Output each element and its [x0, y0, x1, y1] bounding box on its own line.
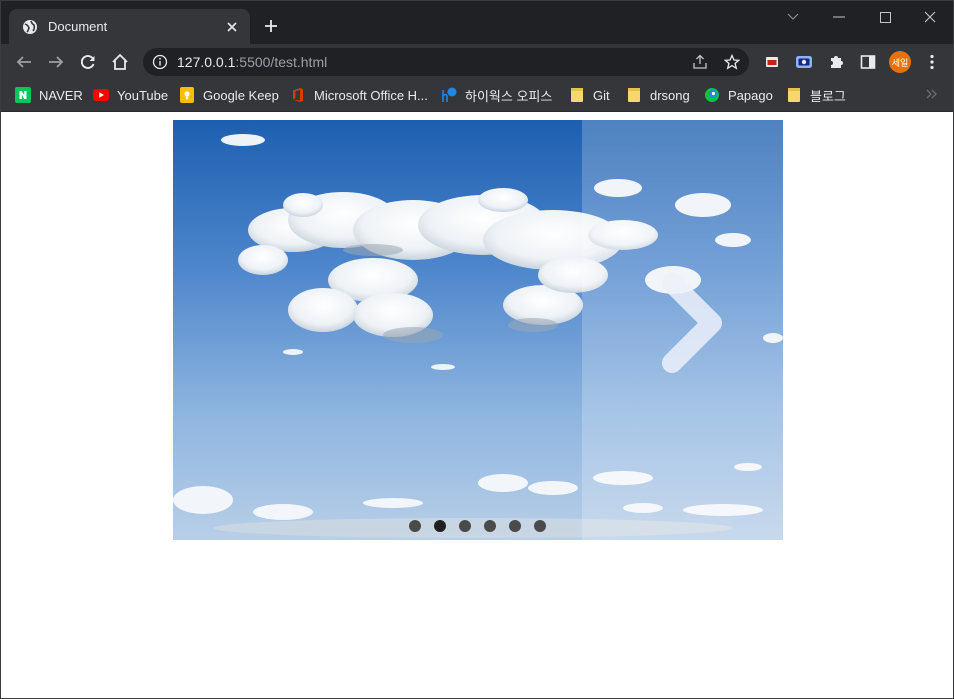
bookmark-microsoft-office[interactable]: Microsoft Office H... — [290, 85, 428, 105]
bookmark-label: NAVER — [39, 87, 83, 103]
bookmark-hiworks[interactable]: 하이웍스 오피스 — [441, 85, 552, 105]
address-bar[interactable]: 127.0.0.1:5500/test.html — [143, 48, 749, 76]
bookmark-label: 하이웍스 오피스 — [465, 88, 553, 104]
bookmark-papago[interactable]: Papago — [704, 85, 773, 105]
folder-icon — [626, 87, 642, 103]
bookmark-star-icon[interactable] — [723, 53, 741, 71]
next-slide-button[interactable] — [582, 120, 783, 540]
pagination-dot[interactable] — [509, 520, 521, 532]
pagination-dot[interactable] — [409, 520, 421, 532]
profile-avatar[interactable]: 세일 — [889, 51, 911, 73]
folder-icon — [569, 87, 585, 103]
bookmark-git[interactable]: Git — [569, 85, 610, 105]
share-icon[interactable] — [691, 53, 709, 71]
bookmark-label: Google Keep — [203, 87, 279, 103]
tab-search-icon[interactable] — [783, 7, 803, 27]
close-tab-icon[interactable] — [224, 19, 240, 35]
page-viewport — [1, 112, 953, 698]
menu-kebab-icon[interactable] — [921, 51, 943, 73]
papago-icon — [704, 87, 720, 103]
pagination-dot-active[interactable] — [434, 520, 446, 532]
toolbar: 127.0.0.1:5500/test.html — [1, 44, 953, 80]
screen-capture-icon[interactable] — [793, 51, 815, 73]
extension-icon[interactable] — [761, 51, 783, 73]
folder-icon — [786, 87, 802, 103]
home-icon[interactable] — [109, 51, 131, 73]
bookmark-drsong[interactable]: drsong — [626, 85, 690, 105]
url-host: 127.0.0.1 — [177, 54, 236, 70]
side-panel-icon[interactable] — [857, 51, 879, 73]
url-path: :5500/test.html — [235, 54, 328, 70]
naver-icon — [15, 87, 31, 103]
bookmark-label: drsong — [650, 87, 690, 103]
new-tab-button[interactable] — [262, 17, 280, 35]
hiworks-icon — [441, 87, 457, 103]
image-slider — [173, 120, 783, 540]
bookmark-label: Microsoft Office H... — [314, 87, 428, 103]
bookmark-label: Papago — [728, 87, 773, 103]
url-text: 127.0.0.1:5500/test.html — [177, 54, 327, 70]
tab-title: Document — [48, 19, 108, 34]
site-info-icon[interactable] — [152, 54, 168, 70]
maximize-icon[interactable] — [875, 7, 895, 27]
globe-icon — [22, 19, 38, 35]
back-icon[interactable] — [13, 51, 35, 73]
bookmark-youtube[interactable]: YouTube — [93, 85, 168, 105]
tab-document[interactable]: Document — [9, 9, 250, 44]
bookmark-label: 블로그 — [810, 88, 846, 104]
chevron-right-icon — [662, 273, 722, 373]
bookmark-label: Git — [593, 87, 610, 103]
title-bar: Document — [1, 1, 953, 44]
pagination-dot[interactable] — [534, 520, 546, 532]
pagination-dot[interactable] — [484, 520, 496, 532]
extensions-puzzle-icon[interactable] — [825, 51, 847, 73]
keep-icon — [179, 87, 195, 103]
bookmark-label: YouTube — [117, 87, 169, 103]
browser-window: Document 127.0.0.1:5500/test.html 세일 NAV… — [0, 0, 954, 699]
minimize-icon[interactable] — [829, 7, 849, 27]
pagination-dot[interactable] — [459, 520, 471, 532]
bookmark-google-keep[interactable]: Google Keep — [179, 85, 279, 105]
reload-icon[interactable] — [77, 51, 99, 73]
bookmark-naver[interactable]: NAVER — [15, 85, 83, 105]
slide-pagination — [409, 520, 546, 534]
bookmarks-bar: NAVER YouTube Google Keep Microsoft Offi… — [1, 80, 953, 112]
bookmark-blog[interactable]: 블로그 — [786, 85, 846, 105]
forward-icon[interactable] — [45, 51, 67, 73]
youtube-icon — [93, 87, 109, 103]
more-bookmarks-icon[interactable] — [926, 88, 938, 102]
office-icon — [290, 87, 306, 103]
close-window-icon[interactable] — [920, 7, 940, 27]
